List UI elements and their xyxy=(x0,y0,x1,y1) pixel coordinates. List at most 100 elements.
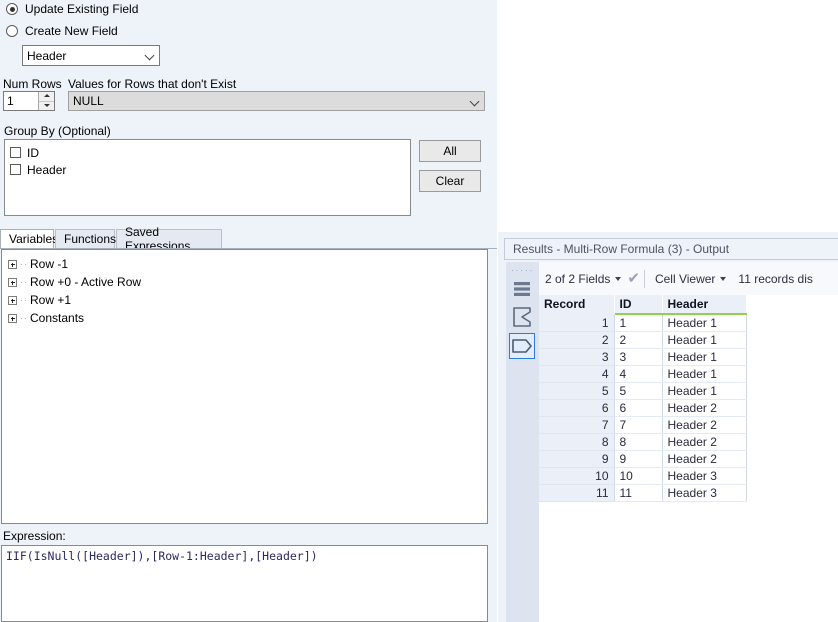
table-row[interactable]: 7 7 Header 2 xyxy=(539,416,747,434)
fields-dropdown[interactable]: 2 of 2 Fields xyxy=(539,272,627,286)
expand-icon[interactable] xyxy=(8,259,17,269)
fields-dropdown-label: 2 of 2 Fields xyxy=(545,271,611,286)
table-row[interactable]: 9 9 Header 2 xyxy=(539,450,747,468)
table-row[interactable]: 4 4 Header 1 xyxy=(539,365,747,383)
rail-drag-handle[interactable]: ····· xyxy=(511,266,533,275)
radio-update-existing-label: Update Existing Field xyxy=(25,2,139,16)
num-rows-decrement[interactable] xyxy=(39,100,54,110)
values-missing-label: Values for Rows that don't Exist xyxy=(68,77,237,91)
cell-header: Header 1 xyxy=(662,348,747,366)
expression-editor[interactable]: IIF(IsNull([Header]),[Row-1:Header],[Hea… xyxy=(1,545,488,622)
tree-item-row-plus-1[interactable]: ·· Row +1 xyxy=(8,291,487,309)
clear-selection-button[interactable]: Clear xyxy=(419,170,481,192)
column-header-header[interactable]: Header xyxy=(662,295,747,315)
valid-check-icon[interactable]: ✔ xyxy=(627,271,640,286)
cell-id: 10 xyxy=(614,467,663,485)
toolbar-separator xyxy=(643,269,645,288)
tree-item-label: Constants xyxy=(30,311,85,325)
cell-id: 2 xyxy=(614,331,663,349)
table-row[interactable]: 6 6 Header 2 xyxy=(539,399,747,417)
cell-id: 8 xyxy=(614,433,663,451)
field-select-dropdown[interactable]: Header xyxy=(22,45,160,66)
tree-item-label: Row -1 xyxy=(30,257,69,271)
results-panel: Results - Multi-Row Formula (3) - Output… xyxy=(498,232,838,622)
num-rows-increment[interactable] xyxy=(39,92,54,101)
cell-id: 4 xyxy=(614,365,663,383)
table-row[interactable]: 3 3 Header 1 xyxy=(539,348,747,366)
cell-header: Header 2 xyxy=(662,416,747,434)
workflow-canvas[interactable]: IIF(IsNull([Header]),[Row-1:Header],[Hea… xyxy=(498,0,838,232)
variables-tree[interactable]: ·· Row -1 ·· Row +0 - Active Row ·· Row … xyxy=(1,249,488,524)
results-title: Results - Multi-Row Formula (3) - Output xyxy=(504,238,838,260)
cell-record: 10 xyxy=(539,467,615,485)
cell-record: 11 xyxy=(539,484,615,502)
radio-update-existing-field[interactable]: Update Existing Field xyxy=(6,2,138,16)
num-rows-value[interactable]: 1 xyxy=(4,92,38,110)
tree-item-row-minus-1[interactable]: ·· Row -1 xyxy=(8,255,487,273)
results-table: Record ID Header 1 1 Header 1 2 2 Header 1 3… xyxy=(539,295,747,502)
column-header-id[interactable]: ID xyxy=(614,295,663,315)
tree-item-label: Row +0 - Active Row xyxy=(30,275,142,289)
results-toolbar: 2 of 2 Fields ✔ Cell Viewer 11 records d… xyxy=(539,262,838,296)
records-count-label: 11 records dis xyxy=(738,271,813,286)
radio-create-new-label: Create New Field xyxy=(25,24,118,38)
num-rows-spin-buttons[interactable] xyxy=(38,92,54,110)
tree-connector: ·· xyxy=(20,295,28,305)
num-rows-stepper[interactable]: 1 xyxy=(3,91,55,111)
expression-tabs: Variables Functions Saved Expressions xyxy=(0,225,497,253)
tab-variables[interactable]: Variables xyxy=(0,229,58,248)
results-table-container[interactable]: Record ID Header 1 1 Header 1 2 2 Header 1 3… xyxy=(539,295,838,622)
cell-record: 8 xyxy=(539,433,615,451)
cell-id: 1 xyxy=(614,314,663,332)
group-by-item-id[interactable]: ID xyxy=(10,144,405,161)
cell-record: 5 xyxy=(539,382,615,400)
cell-viewer-label: Cell Viewer xyxy=(654,271,716,286)
select-all-button[interactable]: All xyxy=(419,140,481,162)
table-row[interactable]: 2 2 Header 1 xyxy=(539,331,747,349)
configuration-panel: Update Existing Field Create New Field H… xyxy=(0,0,498,622)
table-row[interactable]: 10 10 Header 3 xyxy=(539,467,747,485)
tree-item-label: Row +1 xyxy=(30,293,72,307)
table-row[interactable]: 11 11 Header 3 xyxy=(539,484,747,502)
expression-label: Expression: xyxy=(3,529,66,543)
values-missing-value: NULL xyxy=(73,94,104,108)
cell-id: 6 xyxy=(614,399,663,417)
cell-id: 9 xyxy=(614,450,663,468)
cell-header: Header 3 xyxy=(662,467,747,485)
table-row[interactable]: 1 1 Header 1 xyxy=(539,314,747,332)
tab-functions[interactable]: Functions xyxy=(55,229,116,248)
expand-icon[interactable] xyxy=(8,313,17,323)
cell-record: 7 xyxy=(539,416,615,434)
table-list-icon[interactable] xyxy=(509,276,535,302)
cell-header: Header 2 xyxy=(662,450,747,468)
tree-item-row-active[interactable]: ·· Row +0 - Active Row xyxy=(8,273,487,291)
cell-header: Header 2 xyxy=(662,399,747,417)
num-rows-label: Num Rows xyxy=(3,77,62,91)
chevron-down-icon xyxy=(720,276,727,281)
column-header-record[interactable]: Record xyxy=(539,295,615,315)
expand-icon[interactable] xyxy=(8,295,17,305)
expand-icon[interactable] xyxy=(8,277,17,287)
summary-sigma-icon[interactable] xyxy=(509,304,535,330)
cell-record: 2 xyxy=(539,331,615,349)
group-by-item-label: Header xyxy=(27,162,67,177)
cell-header: Header 1 xyxy=(662,382,747,400)
group-by-item-header[interactable]: Header xyxy=(10,161,405,178)
table-row[interactable]: 5 5 Header 1 xyxy=(539,382,747,400)
checkbox-id[interactable] xyxy=(10,147,21,158)
radio-update-existing-indicator[interactable] xyxy=(6,3,18,15)
tab-saved-expressions[interactable]: Saved Expressions xyxy=(116,225,222,253)
cell-header: Header 3 xyxy=(662,484,747,502)
checkbox-header[interactable] xyxy=(10,164,21,175)
values-missing-dropdown[interactable]: NULL xyxy=(68,91,485,111)
table-row[interactable]: 8 8 Header 2 xyxy=(539,433,747,451)
field-select-value: Header xyxy=(27,48,67,63)
cell-id: 11 xyxy=(614,484,663,502)
tree-item-constants[interactable]: ·· Constants xyxy=(8,309,487,327)
cell-viewer-dropdown[interactable]: Cell Viewer xyxy=(649,272,732,286)
group-by-listbox[interactable]: ID Header xyxy=(4,139,411,216)
data-shape-icon[interactable] xyxy=(509,333,535,359)
cell-id: 7 xyxy=(614,416,663,434)
radio-create-new-indicator[interactable] xyxy=(6,25,18,37)
radio-create-new-field[interactable]: Create New Field xyxy=(6,24,118,38)
